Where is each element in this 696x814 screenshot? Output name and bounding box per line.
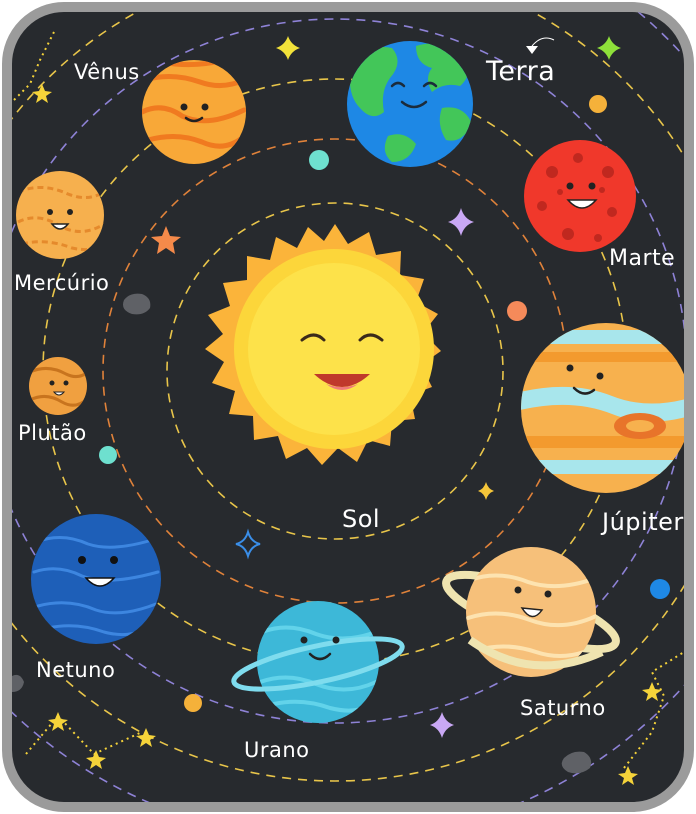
- mars-label: Marte: [609, 246, 676, 271]
- cursor-arrow-icon: [526, 37, 555, 54]
- mercury-planet: [16, 171, 104, 259]
- pluto-label: Plutão: [18, 421, 87, 445]
- pluto-planet: [29, 357, 87, 415]
- mercury-label: Mercúrio: [14, 271, 110, 295]
- uranus-planet: [231, 601, 405, 723]
- saturn-label: Saturno: [520, 696, 606, 720]
- uranus-label: Urano: [244, 738, 310, 762]
- earth-label: Terra: [486, 56, 556, 87]
- neptune-label: Netuno: [36, 658, 116, 682]
- neptune-planet: [31, 514, 161, 644]
- sun-label: Sol: [342, 505, 381, 533]
- venus-label: Vênus: [74, 60, 140, 84]
- solar-system-illustration: [12, 12, 684, 802]
- earth-planet: [347, 41, 473, 167]
- poster-frame: Vênus Terra Marte Mercúrio Plutão Sol Jú…: [2, 2, 694, 812]
- venus-planet: [142, 60, 246, 164]
- mars-planet: [524, 140, 636, 252]
- saturn-planet: [442, 547, 620, 677]
- sun-planet: [205, 224, 441, 465]
- jupiter-label: Júpiter: [602, 508, 684, 536]
